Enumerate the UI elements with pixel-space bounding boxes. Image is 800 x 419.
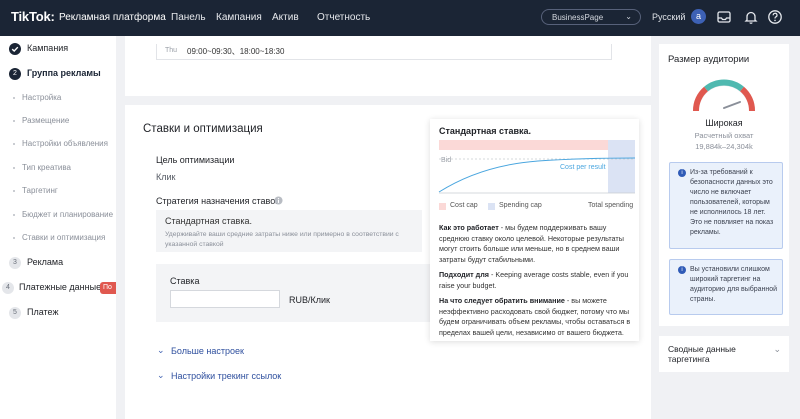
chevron-down-icon: ⌄ — [773, 344, 781, 354]
bullet-icon — [13, 167, 15, 169]
step-number: 4 — [2, 282, 14, 294]
legend-swatch — [439, 203, 446, 210]
tiktok-logo[interactable]: TikTok: — [11, 9, 55, 24]
sidebar-step-payment[interactable]: 5 Платеж — [0, 307, 116, 321]
more-settings-link[interactable]: ⌄ Больше настроек — [157, 345, 244, 356]
chevron-down-icon: ⌄ — [625, 12, 632, 21]
bullet-icon — [13, 120, 15, 122]
language-selector[interactable]: Русский — [652, 12, 685, 22]
bullet-icon — [13, 237, 15, 239]
sidebar-subitem-setup[interactable]: Настройка — [0, 93, 116, 105]
sidebar-step-ad-group[interactable]: 2 Группа рекламы — [0, 68, 116, 82]
sidebar-subitem-bidding-optimization[interactable]: Ставки и оптимизация — [0, 233, 116, 245]
bid-strategy-label: Стратегия назначения ставок — [156, 196, 283, 206]
reach-value: 19,884k–24,304k — [695, 142, 753, 151]
bid-settings-box: Ставка RUB/Клик — [156, 264, 430, 322]
cost-curve — [438, 157, 636, 193]
targeting-summary-title: Сводные данные таргетинга — [668, 344, 736, 364]
section-title: Ставки и оптимизация — [143, 123, 263, 135]
sidebar-step-label: Платеж — [27, 307, 59, 317]
sidebar-step-ad[interactable]: 3 Реклама — [0, 257, 116, 271]
bid-axis-label: Bid — [441, 157, 451, 164]
check-icon — [9, 43, 21, 55]
spending-cap-band — [608, 140, 635, 193]
info-icon[interactable] — [274, 196, 283, 205]
tracking-settings-link[interactable]: ⌄ Настройки трекинг ссылок — [157, 370, 281, 381]
status-badge: По — [100, 282, 116, 294]
step-number: 5 — [9, 307, 21, 319]
bid-strategy-option[interactable]: Стандартная ставка. Удерживайте ваши сре… — [156, 210, 422, 252]
sidebar-step-label: Группа рекламы — [27, 68, 101, 78]
sidebar-subitem-creative-type[interactable]: Тип креатива — [0, 163, 116, 175]
bullet-icon — [13, 214, 15, 216]
sidebar-subitem-placement[interactable]: Размещение — [0, 116, 116, 128]
bid-unit: RUB/Клик — [289, 295, 330, 305]
tooltip-how-it-works: Как это работает - мы будем поддерживать… — [439, 223, 624, 264]
data-security-notice: i Из-за требований к безопасности данных… — [669, 162, 783, 249]
tooltip-considerations: На что следует обратить внимание - вы мо… — [439, 296, 631, 337]
targeting-summary[interactable]: Сводные данные таргетинга ⌄ — [659, 336, 789, 372]
audience-size-title: Размер аудитории — [668, 54, 750, 65]
nav-assets[interactable]: Актив — [272, 12, 299, 23]
dayparting-row: Thu 09:00~09:30、18:00~18:30 — [156, 44, 612, 60]
bullet-icon — [13, 190, 15, 192]
sidebar-step-label: Платежные данные — [19, 282, 102, 292]
gauge-needle — [723, 101, 741, 109]
sidebar-step-payment-info[interactable]: 4 Платежные данные По — [0, 282, 116, 296]
legend-spending-cap: Spending cap — [488, 202, 542, 210]
strategy-title: Стандартная ставка. — [165, 216, 252, 226]
day-label: Thu — [165, 47, 178, 54]
sidebar-subitem-targeting[interactable]: Таргетинг — [0, 186, 116, 198]
legend-cost-cap: Cost cap — [439, 202, 478, 210]
bid-strategy-tooltip: Стандартная ставка. Bid Cost per result … — [430, 119, 639, 341]
bell-icon[interactable] — [743, 9, 759, 25]
avatar[interactable]: a — [691, 9, 706, 24]
sidebar-step-label: Реклама — [27, 257, 64, 267]
sidebar: Кампания 2 Группа рекламы Настройка Разм… — [0, 36, 116, 419]
sidebar-subitem-ad-settings[interactable]: Настройки объявления — [0, 139, 116, 151]
tooltip-title: Стандартная ставка. — [439, 126, 532, 136]
account-selector[interactable]: BusinessPage ⌄ — [541, 9, 641, 25]
cost-per-result-label: Cost per result — [560, 164, 606, 171]
info-icon: i — [678, 266, 686, 274]
bid-strategy-chart: Bid Cost per result — [438, 140, 636, 194]
nav-dashboard[interactable]: Панель — [171, 12, 206, 23]
chevron-down-icon: ⌄ — [157, 370, 165, 380]
strategy-description: Удерживайте ваши средние затраты ниже ил… — [165, 231, 399, 248]
legend-total-spending: Total spending — [588, 202, 634, 209]
nav-campaign[interactable]: Кампания — [216, 12, 262, 23]
tooltip-good-for: Подходит для - Keeping average costs sta… — [439, 270, 629, 290]
sidebar-step-campaign[interactable]: Кампания — [0, 43, 116, 57]
cost-cap-band — [439, 140, 635, 150]
chevron-down-icon: ⌄ — [157, 345, 165, 355]
bid-label: Ставка — [170, 276, 200, 286]
bullet-icon — [13, 97, 15, 99]
account-name: BusinessPage — [552, 13, 604, 22]
sidebar-subitem-budget-schedule[interactable]: Бюджет и планирование — [0, 210, 116, 222]
optimization-goal-value: Клик — [156, 172, 176, 182]
platform-name: Рекламная платформа — [59, 12, 166, 23]
step-number: 2 — [9, 68, 21, 80]
audience-gauge — [693, 79, 755, 112]
audience-level: Широкая — [705, 118, 743, 128]
broad-targeting-notice: i Вы установили слишком широкий таргетин… — [669, 259, 783, 315]
sidebar-step-label: Кампания — [27, 43, 69, 53]
reach-label: Расчетный охват — [694, 131, 754, 140]
help-icon[interactable] — [767, 9, 783, 25]
top-navigation-bar: TikTok: Рекламная платформа Панель Кампа… — [0, 0, 800, 36]
info-icon: i — [678, 169, 686, 177]
legend-swatch — [488, 203, 495, 210]
time-slots: 09:00~09:30、18:00~18:30 — [187, 47, 285, 56]
inbox-icon[interactable] — [716, 9, 732, 25]
nav-reporting[interactable]: Отчетность — [317, 12, 370, 23]
bullet-icon — [13, 143, 15, 145]
step-number: 3 — [9, 257, 21, 269]
optimization-goal-label: Цель оптимизации — [156, 155, 235, 165]
bid-input[interactable] — [170, 290, 280, 308]
